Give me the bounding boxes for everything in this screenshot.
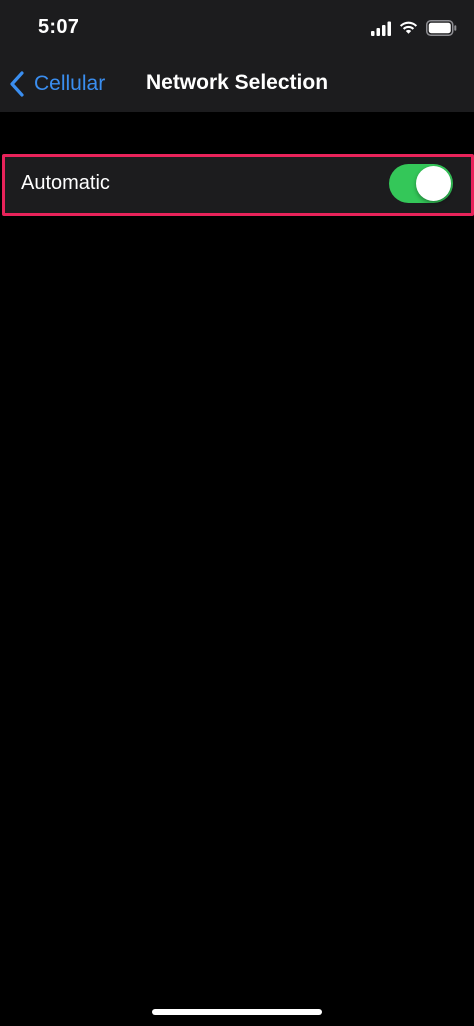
cellular-signal-icon — [371, 21, 391, 36]
navigation-bar: Cellular Network Selection — [0, 58, 474, 112]
wifi-icon — [399, 21, 418, 34]
screen: 5:07 Cellular Network Selection Automati… — [0, 0, 474, 1026]
home-indicator[interactable] — [152, 1009, 322, 1015]
page-title: Network Selection — [145, 71, 329, 94]
battery-icon — [426, 20, 457, 36]
status-bar: 5:07 — [0, 0, 474, 58]
highlight-annotation — [2, 154, 474, 216]
status-time: 5:07 — [38, 16, 80, 38]
